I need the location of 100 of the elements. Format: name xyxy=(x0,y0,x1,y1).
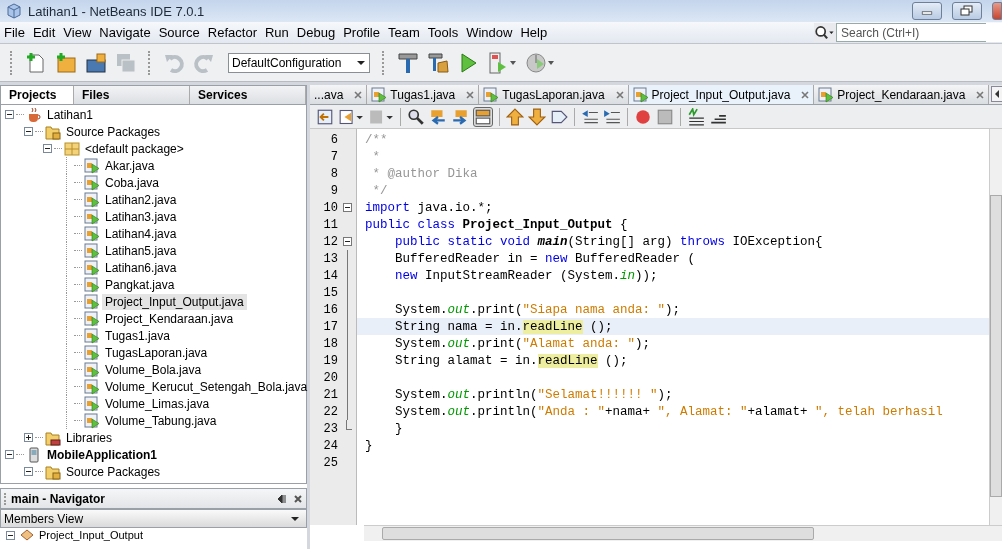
tree-item[interactable]: Volume_Tabung.java xyxy=(102,412,220,429)
menu-item[interactable]: Run xyxy=(264,25,293,40)
back-icon[interactable] xyxy=(316,107,334,126)
tree-item[interactable]: Latihan5.java xyxy=(102,242,180,259)
line-number: 17 xyxy=(322,319,338,334)
tree-item[interactable]: Latihan6.java xyxy=(102,259,180,276)
tree-item[interactable]: Tugas1.java xyxy=(102,327,173,344)
expand-icon[interactable] xyxy=(24,433,33,442)
tree-item[interactable]: Project_Input_Output.java xyxy=(102,293,247,310)
stop-icon[interactable] xyxy=(656,107,674,126)
tree-item[interactable]: MobileApplication1 xyxy=(44,446,160,463)
editor-tab[interactable]: Tugas1.java xyxy=(367,85,480,104)
minimize-button[interactable] xyxy=(912,2,942,20)
tree-item[interactable]: Coba.java xyxy=(102,174,163,191)
collapse-icon[interactable] xyxy=(5,450,14,459)
code-line: System.out.print("Alamat anda: "); xyxy=(394,336,651,351)
tree-item[interactable]: Project_Input_Output xyxy=(39,528,143,542)
menu-item[interactable]: Window xyxy=(466,25,517,40)
document-play-icon xyxy=(818,86,835,103)
shift-left-icon[interactable] xyxy=(581,107,599,126)
document-play-icon xyxy=(84,327,100,344)
document-play-icon xyxy=(84,412,100,429)
menu-item[interactable]: Edit xyxy=(32,25,60,40)
menu-item[interactable]: File xyxy=(4,25,29,40)
find-previous-icon[interactable] xyxy=(429,107,447,126)
editor-tab[interactable]: TugasLaporan.java xyxy=(479,85,629,104)
folder-icon xyxy=(45,429,61,446)
scrollbar[interactable] xyxy=(989,129,1002,525)
line-number: 23 xyxy=(322,421,338,436)
tree-item[interactable]: Source Packages xyxy=(63,123,164,140)
tree-item[interactable]: TugasLaporan.java xyxy=(102,344,211,361)
search-field[interactable]: Search (Ctrl+I) xyxy=(836,23,986,42)
close-icon[interactable] xyxy=(976,90,985,99)
phone-icon xyxy=(26,446,42,463)
line-number: 14 xyxy=(322,268,338,283)
tree-item[interactable]: Volume_Kerucut_Setengah_Bola.java xyxy=(102,378,311,395)
tree-item[interactable]: Akar.java xyxy=(102,157,158,174)
collapse-icon[interactable] xyxy=(342,237,352,246)
shift-right-icon[interactable] xyxy=(603,107,621,126)
up-arrow-icon[interactable] xyxy=(506,107,524,126)
close-icon[interactable] xyxy=(466,90,475,99)
view-dropdown[interactable]: Members View xyxy=(0,509,307,528)
editor-tab[interactable]: Project_Input_Output.java xyxy=(628,85,815,104)
menu-item[interactable]: Debug xyxy=(296,25,340,40)
panel-tab[interactable]: Files xyxy=(74,86,190,104)
menu-item[interactable]: Help xyxy=(520,25,552,40)
tree-item[interactable]: Volume_Bola.java xyxy=(102,361,205,378)
document-play-icon xyxy=(84,225,100,242)
close-icon[interactable] xyxy=(801,90,810,99)
search-icon[interactable] xyxy=(407,107,425,126)
tree-item[interactable]: Latihan3.java xyxy=(102,208,180,225)
code-line: /** xyxy=(365,132,388,147)
close-icon[interactable] xyxy=(615,90,624,99)
restore-icon xyxy=(960,5,974,17)
panel-title: main - Navigator xyxy=(11,491,106,506)
collapse-icon[interactable] xyxy=(5,110,14,119)
document-play-icon xyxy=(84,157,100,174)
collapse-icon[interactable] xyxy=(6,530,15,540)
configuration-dropdown[interactable]: DefaultConfiguration xyxy=(228,52,370,73)
tree-item[interactable]: Source Packages xyxy=(63,463,164,480)
menu-item[interactable]: View xyxy=(63,25,96,40)
document-play-icon xyxy=(483,86,500,103)
menu-item[interactable]: Navigate xyxy=(99,25,155,40)
panel-tab[interactable]: Projects xyxy=(1,86,74,104)
editor-tab[interactable]: Project_Kendaraan.java xyxy=(814,85,990,104)
tree-item[interactable]: Project_Kendaraan.java xyxy=(102,310,237,327)
tree-item[interactable]: Latihan2.java xyxy=(102,191,180,208)
menu-item[interactable]: Profile xyxy=(343,25,384,40)
scrollbar[interactable] xyxy=(364,525,1002,541)
collapse-icon[interactable] xyxy=(24,467,33,476)
minimize-icon[interactable] xyxy=(277,493,287,504)
tree-item[interactable]: Latihan1 xyxy=(44,106,97,123)
line-number: 21 xyxy=(322,387,338,402)
tree-item[interactable]: <default package> xyxy=(82,140,187,157)
collapse-icon[interactable] xyxy=(342,203,352,212)
tree-item[interactable]: Pangkat.java xyxy=(102,276,178,293)
panel-tab[interactable]: Services xyxy=(190,86,306,104)
comment-lines-icon[interactable] xyxy=(687,107,705,126)
highlight-toggle-icon[interactable] xyxy=(473,106,493,127)
tree-item[interactable]: Latihan4.java xyxy=(102,225,180,242)
menu-item[interactable]: Refactor xyxy=(207,25,261,40)
code-line: String nama = in.readLine (); xyxy=(394,319,613,334)
tree-item[interactable]: Libraries xyxy=(63,429,116,446)
menu-item[interactable]: Source xyxy=(158,25,204,40)
editor-tab[interactable]: ...ava xyxy=(310,85,368,104)
collapse-icon[interactable] xyxy=(24,127,33,136)
close-icon[interactable] xyxy=(354,90,363,99)
line-number: 11 xyxy=(322,217,338,232)
tree-item[interactable]: Volume_Limas.java xyxy=(102,395,213,412)
down-arrow-icon[interactable] xyxy=(528,107,546,126)
close-icon[interactable] xyxy=(293,493,303,504)
line-number: 19 xyxy=(322,353,338,368)
record-icon[interactable] xyxy=(634,107,652,126)
line-number: 15 xyxy=(322,285,338,300)
menu-item[interactable]: Team xyxy=(388,25,424,40)
collapse-icon[interactable] xyxy=(43,144,52,153)
menu-item[interactable]: Tools xyxy=(427,25,463,40)
restore-button[interactable] xyxy=(952,2,982,20)
document-play-icon xyxy=(84,293,100,310)
find-next-icon[interactable] xyxy=(451,107,469,126)
